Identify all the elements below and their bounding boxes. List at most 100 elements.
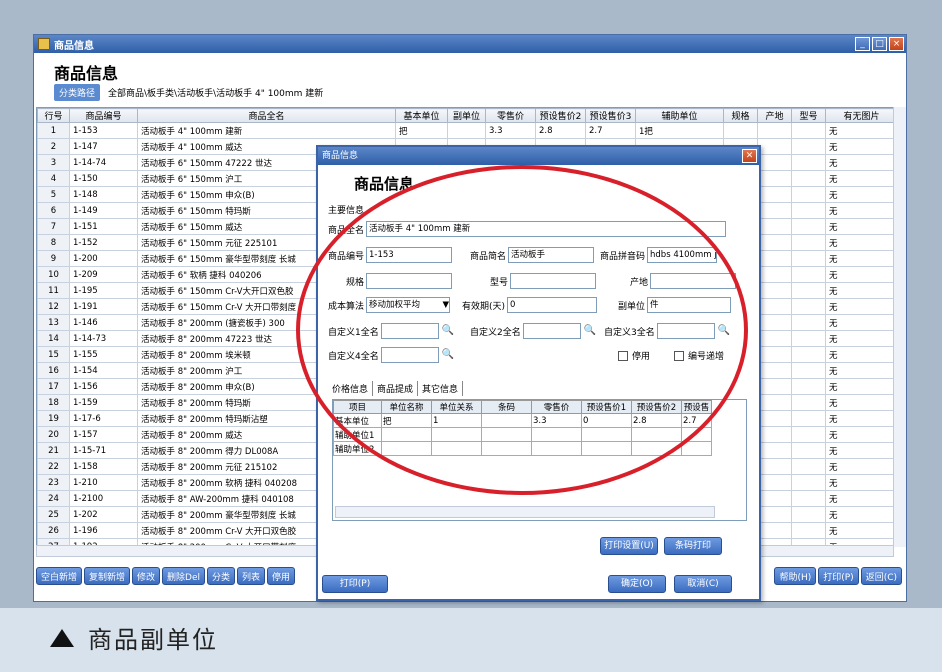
- table-cell: [791, 170, 826, 187]
- table-cell: [791, 522, 826, 539]
- table-cell: [791, 282, 826, 299]
- table-cell: 1-196: [69, 522, 138, 539]
- ok-button[interactable]: 确定(O): [608, 575, 666, 593]
- toolbar-button[interactable]: 空白新增: [36, 567, 83, 585]
- table-cell: [757, 378, 792, 395]
- minimize-button[interactable]: _: [855, 37, 870, 51]
- column-header[interactable]: 型号: [791, 108, 826, 123]
- price-grid-scrollbar[interactable]: [335, 506, 715, 518]
- column-header[interactable]: 基本单位: [395, 108, 448, 123]
- table-cell: [757, 314, 792, 331]
- barcode-print-button[interactable]: 条码打印: [664, 537, 722, 555]
- table-cell: [757, 218, 792, 235]
- table-cell: 无: [825, 458, 895, 475]
- table-cell: [791, 202, 826, 219]
- dialog-title: 商品信息: [322, 151, 359, 161]
- table-cell: [791, 474, 826, 491]
- table-cell: 1-202: [69, 506, 138, 523]
- table-cell: [791, 154, 826, 171]
- cancel-button[interactable]: 取消(C): [674, 575, 732, 593]
- table-cell: 无: [825, 410, 895, 427]
- dialog-close-button[interactable]: ✕: [742, 149, 757, 163]
- column-header[interactable]: 商品全名: [137, 108, 396, 123]
- table-cell: [791, 314, 826, 331]
- table-cell: 7: [37, 218, 70, 235]
- print-button[interactable]: 打印(P): [322, 575, 388, 593]
- table-cell: [791, 362, 826, 379]
- table-cell: 1-17-6: [69, 410, 138, 427]
- table-cell: 无: [825, 138, 895, 155]
- toolbar-button[interactable]: 分类: [207, 567, 236, 585]
- column-header[interactable]: 行号: [37, 108, 70, 123]
- toolbar-button[interactable]: 停用: [267, 567, 296, 585]
- table-cell: 无: [825, 378, 895, 395]
- toolbar-button[interactable]: 帮助(H): [774, 567, 817, 585]
- table-cell: 无: [825, 234, 895, 251]
- table-cell: 1把: [635, 122, 724, 139]
- table-cell: 1-15-71: [69, 442, 138, 459]
- table-cell: [791, 138, 826, 155]
- page-title: 商品信息: [54, 64, 119, 83]
- table-cell: [757, 170, 792, 187]
- column-header[interactable]: 副单位: [447, 108, 486, 123]
- table-cell: 1-154: [69, 362, 138, 379]
- table-cell: 活动板手 4" 100mm 建新: [137, 122, 396, 139]
- table-cell: 无: [825, 442, 895, 459]
- table-cell: 10: [37, 266, 70, 283]
- table-cell: 12: [37, 298, 70, 315]
- table-cell: 无: [825, 314, 895, 331]
- vertical-scrollbar[interactable]: [893, 107, 906, 547]
- table-cell: [791, 378, 826, 395]
- table-cell: 无: [825, 298, 895, 315]
- toolbar-button[interactable]: 复制新增: [84, 567, 131, 585]
- column-header[interactable]: 有无图片: [825, 108, 895, 123]
- table-cell: 1-149: [69, 202, 138, 219]
- table-cell: [757, 330, 792, 347]
- table-cell: [791, 186, 826, 203]
- print-settings-button[interactable]: 打印设置(U): [600, 537, 658, 555]
- table-cell: 无: [825, 218, 895, 235]
- table-cell: 无: [825, 250, 895, 267]
- toolbar-button[interactable]: 修改: [132, 567, 161, 585]
- table-cell: 2.7: [585, 122, 636, 139]
- table-cell: 1-14-73: [69, 330, 138, 347]
- table-cell: 5: [37, 186, 70, 203]
- table-row[interactable]: 1 1-153 活动板手 4" 100mm 建新把 3.3 2.8 2.7 1把 无: [37, 122, 895, 139]
- table-cell: 4: [37, 170, 70, 187]
- table-cell: [757, 298, 792, 315]
- price-cell[interactable]: [681, 441, 712, 456]
- caption-text: 商品副单位: [88, 626, 218, 654]
- toolbar-button[interactable]: 返回(C): [860, 567, 902, 585]
- table-cell: [791, 410, 826, 427]
- table-cell: 19: [37, 410, 70, 427]
- table-cell: 1-159: [69, 394, 138, 411]
- column-header[interactable]: 预设售价2: [535, 108, 586, 123]
- table-cell: 1-155: [69, 346, 138, 363]
- maximize-button[interactable]: □: [872, 37, 887, 51]
- table-cell: 1-148: [69, 186, 138, 203]
- table-cell: 18: [37, 394, 70, 411]
- column-header[interactable]: 商品编号: [69, 108, 138, 123]
- table-cell: [791, 330, 826, 347]
- table-cell: 24: [37, 490, 70, 507]
- close-button[interactable]: ×: [889, 37, 904, 51]
- toolbar-button[interactable]: 列表: [237, 567, 266, 585]
- path-button[interactable]: 分类路径: [54, 84, 101, 101]
- table-cell: 1-210: [69, 474, 138, 491]
- dialog-title-bar: 商品信息 ✕: [318, 147, 759, 165]
- table-cell: 1-195: [69, 282, 138, 299]
- toolbar-button[interactable]: 打印(P): [818, 567, 859, 585]
- column-header[interactable]: 预设售价3: [585, 108, 636, 123]
- table-cell: [791, 266, 826, 283]
- column-header[interactable]: 产地: [757, 108, 792, 123]
- table-cell: [757, 458, 792, 475]
- table-cell: [757, 362, 792, 379]
- table-cell: [791, 218, 826, 235]
- column-header[interactable]: 规格: [723, 108, 758, 123]
- table-cell: 1-156: [69, 378, 138, 395]
- column-header[interactable]: 辅助单位: [635, 108, 724, 123]
- column-header[interactable]: 零售价: [485, 108, 536, 123]
- table-cell: [757, 490, 792, 507]
- toolbar-button[interactable]: 删除Del: [162, 567, 206, 585]
- window-controls: _ □ ×: [855, 37, 904, 51]
